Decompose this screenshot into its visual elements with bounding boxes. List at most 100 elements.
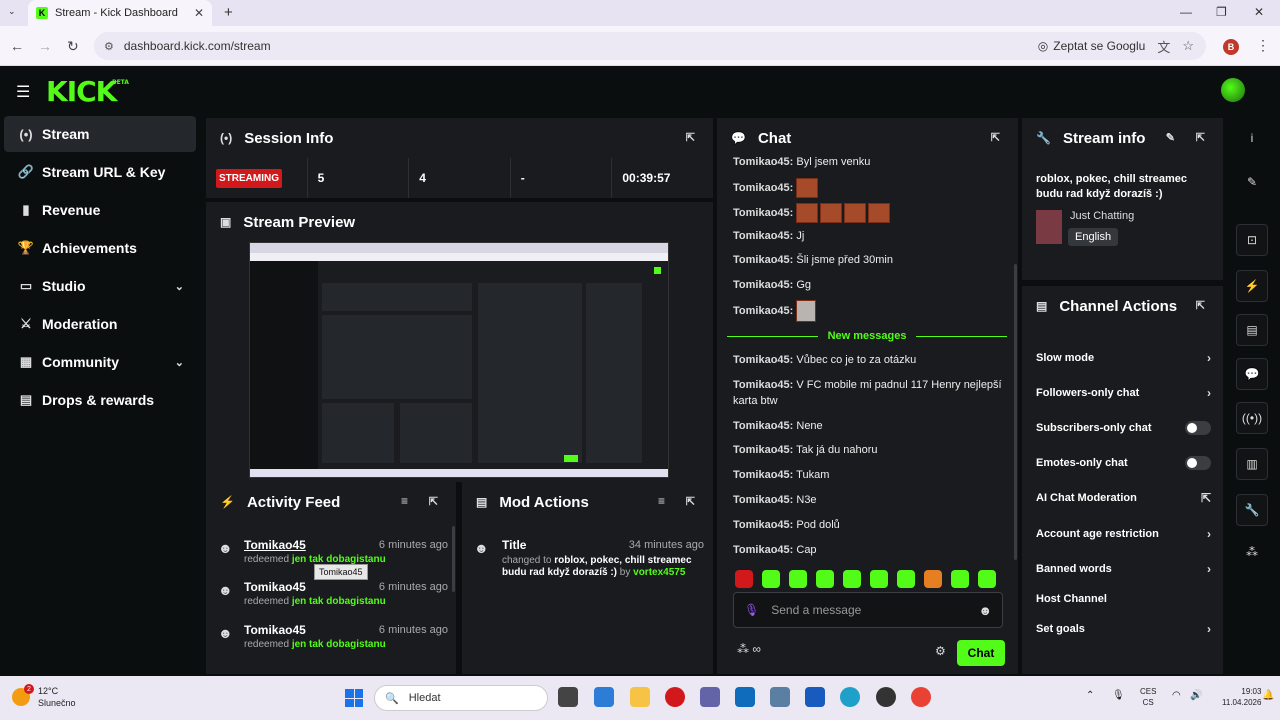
opera-icon[interactable] xyxy=(665,687,685,707)
back-icon[interactable]: ← xyxy=(10,38,24,54)
edit-icon[interactable]: ✎ xyxy=(1166,131,1175,144)
mod-entry-moderator[interactable]: vortex4575 xyxy=(633,567,685,578)
channel-action-banned-words[interactable]: Banned words › xyxy=(1036,559,1211,579)
chat-username[interactable]: Tomikao45: xyxy=(733,444,793,456)
chat-message[interactable]: Tomikao45: Gg xyxy=(733,277,1003,293)
broadcast-icon[interactable]: ((•)) xyxy=(1236,402,1268,434)
chat-message[interactable]: Tomikao45: Tukam xyxy=(733,467,1003,483)
channel-action-emotes-only-chat[interactable]: Emotes-only chat xyxy=(1036,453,1211,473)
close-window-icon[interactable]: ✕ xyxy=(1254,5,1264,19)
sidebar-item-studio[interactable]: ▭ Studio ⌄ xyxy=(4,268,196,304)
filter-icon[interactable]: ≡ xyxy=(658,494,665,508)
channel-action-subscribers-only-chat[interactable]: Subscribers-only chat xyxy=(1036,418,1211,438)
teams-icon[interactable] xyxy=(700,687,720,707)
chat-username[interactable]: Tomikao45: xyxy=(733,254,793,266)
chat-message[interactable]: Tomikao45: xyxy=(733,300,1003,322)
chat-username[interactable]: Tomikao45: xyxy=(733,519,793,531)
edge-icon[interactable] xyxy=(840,687,860,707)
chat-message[interactable]: Tomikao45: Šli jsme před 30min xyxy=(733,252,1003,268)
chat-username[interactable]: Tomikao45: xyxy=(733,469,793,481)
calculator-icon[interactable] xyxy=(770,687,790,707)
quick-emote[interactable] xyxy=(951,570,969,588)
minimize-icon[interactable]: — xyxy=(1180,5,1192,19)
forward-icon[interactable]: → xyxy=(38,38,52,54)
popout-icon[interactable]: ⇱ xyxy=(1196,299,1205,312)
quick-emote[interactable] xyxy=(870,570,888,588)
channel-action-slow-mode[interactable]: Slow mode › xyxy=(1036,348,1211,368)
sidebar-item-stream-url-key[interactable]: 🔗 Stream URL & Key xyxy=(4,154,196,190)
popout-icon[interactable]: ⇱ xyxy=(429,495,438,508)
users-icon[interactable]: ⁂ xyxy=(1236,536,1268,568)
sidebar-item-achievements[interactable]: 🏆 Achievements xyxy=(4,230,196,266)
reload-icon[interactable]: ↻ xyxy=(67,38,79,55)
chat-message[interactable]: Tomikao45: Pod dolů xyxy=(733,517,1003,533)
chat-message[interactable]: Tomikao45: xyxy=(733,178,1003,198)
sidebar-item-moderation[interactable]: ⚔ Moderation xyxy=(4,306,196,342)
chat-message[interactable]: Tomikao45: Cap xyxy=(733,542,1003,558)
activity-item[interactable]: ☻ Tomikao45 6 minutes ago redeemed jen tak … xyxy=(218,623,448,663)
chat-username[interactable]: Tomikao45: xyxy=(733,354,793,366)
translate-icon[interactable]: 文 xyxy=(1157,37,1170,56)
channel-action-account-age-restriction[interactable]: Account age restriction › xyxy=(1036,524,1211,544)
send-chat-button[interactable]: Chat xyxy=(957,640,1005,666)
chat-username[interactable]: Tomikao45: xyxy=(733,279,793,291)
channel-action-host-channel[interactable]: Host Channel xyxy=(1036,589,1211,609)
sidebar-item-drops-rewards[interactable]: ▤ Drops & rewards xyxy=(4,382,196,418)
microphone-icon[interactable]: 🎙 xyxy=(744,603,759,617)
chat-icon[interactable]: 💬 xyxy=(1236,358,1268,390)
chat-username[interactable]: Tomikao45: xyxy=(733,544,793,556)
info-icon[interactable]: i xyxy=(1236,122,1268,154)
chat-settings-icon[interactable]: ⚙ xyxy=(935,644,946,658)
popout-icon[interactable]: ⇱ xyxy=(686,495,695,508)
quick-emote[interactable] xyxy=(816,570,834,588)
chat-username[interactable]: Tomikao45: xyxy=(733,182,793,194)
chevron-down-icon[interactable]: ⌄ xyxy=(175,280,184,293)
toggle-switch[interactable] xyxy=(1185,456,1211,470)
edit-icon[interactable]: ✎ xyxy=(1236,166,1268,198)
chevron-right-icon[interactable]: › xyxy=(1207,527,1211,541)
chat-message[interactable]: Tomikao45: xyxy=(733,203,1003,223)
chevron-right-icon[interactable]: › xyxy=(1207,386,1211,400)
chat-message[interactable]: Tomikao45: Tak já du nahoru xyxy=(733,442,1003,458)
bolt-icon[interactable]: ⚡ xyxy=(1236,270,1268,302)
chat-username[interactable]: Tomikao45: xyxy=(733,494,793,506)
outlook-icon[interactable] xyxy=(735,687,755,707)
emoji-picker-icon[interactable]: ☻ xyxy=(978,603,992,618)
file-explorer-icon[interactable] xyxy=(630,687,650,707)
chat-message[interactable]: Tomikao45: N3e xyxy=(733,492,1003,508)
chevron-right-icon[interactable]: › xyxy=(1207,562,1211,576)
hamburger-menu-icon[interactable]: ☰ xyxy=(16,82,30,102)
filter-icon[interactable]: ≡ xyxy=(401,494,408,508)
word-icon[interactable] xyxy=(805,687,825,707)
taskbar-clock[interactable]: 19:03 11.04.2026 xyxy=(1222,686,1261,708)
maximize-icon[interactable]: ❐ xyxy=(1216,5,1227,19)
bookmark-star-icon[interactable]: ☆ xyxy=(1182,38,1194,54)
sidebar-item-revenue[interactable]: ▮ Revenue xyxy=(4,192,196,228)
stream-preview-video[interactable] xyxy=(249,242,669,478)
chevron-right-icon[interactable]: › xyxy=(1207,622,1211,636)
tab-search-icon[interactable]: ⌄ xyxy=(8,6,16,17)
address-bar[interactable]: ⚙ dashboard.kick.com/stream ◎ Zeptat se G… xyxy=(94,32,1206,60)
layout-icon[interactable]: ▥ xyxy=(1236,448,1268,480)
toggle-switch[interactable] xyxy=(1185,421,1211,435)
wrench-icon[interactable]: 🔧 xyxy=(1236,494,1268,526)
popout-icon[interactable]: ⇱ xyxy=(1196,131,1205,144)
chat-message[interactable]: Tomikao45: Byl jsem venku xyxy=(733,154,1003,170)
volume-icon[interactable]: 🔊 xyxy=(1190,690,1202,701)
chrome-icon[interactable] xyxy=(911,687,931,707)
tray-chevron-icon[interactable]: ⌃ xyxy=(1086,690,1094,701)
close-tab-icon[interactable]: ✕ xyxy=(194,6,204,20)
ask-google-button[interactable]: ◎ Zeptat se Googlu xyxy=(1038,39,1146,53)
quick-emote[interactable] xyxy=(843,570,861,588)
channel-action-ai-chat-moderation[interactable]: AI Chat Moderation ⇱ xyxy=(1036,488,1211,508)
chat-username[interactable]: Tomikao45: xyxy=(733,420,793,432)
notifications-icon[interactable]: 🔔 xyxy=(1262,690,1274,701)
task-view-icon[interactable] xyxy=(558,687,578,707)
microphone-tray-icon[interactable]: 🎙 xyxy=(1112,690,1125,701)
taskbar-search[interactable]: 🔍 Hledat xyxy=(374,685,548,711)
chat-scrollbar[interactable] xyxy=(1014,264,1017,560)
channel-action-followers-only-chat[interactable]: Followers-only chat › xyxy=(1036,383,1211,403)
chevron-down-icon[interactable]: ⌄ xyxy=(175,356,184,369)
input-language[interactable]: CES CS xyxy=(1140,686,1156,708)
popout-icon[interactable]: ⇱ xyxy=(686,131,695,144)
